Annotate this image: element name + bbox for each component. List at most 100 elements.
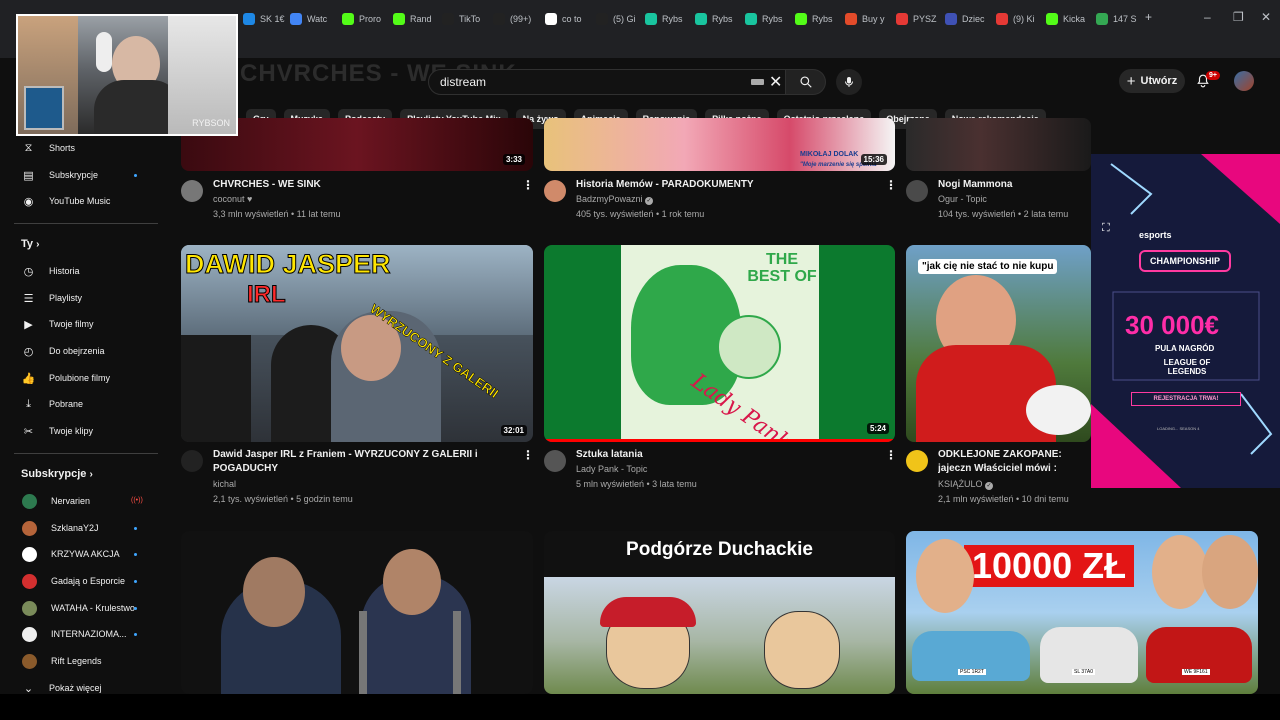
- channel-name[interactable]: KSIĄŻULO ✓: [938, 477, 994, 492]
- ad-register-button[interactable]: REJESTRACJA TRWA!: [1131, 392, 1241, 406]
- browser-tab[interactable]: Buy y: [845, 8, 889, 30]
- more-options-icon[interactable]: ⋮: [522, 178, 534, 192]
- video-thumbnail[interactable]: MIKOŁAJ DOLAK "Moje marzenie się spełnia…: [544, 118, 895, 171]
- youtube-page: CHVRCHES - WE SINK ✕ + Utwórz 9+ GryMuzy…: [0, 58, 1280, 694]
- sidebar-item[interactable]: ◷ Historia: [22, 262, 152, 280]
- sidebar-item[interactable]: ⌄ Pokaż więcej: [22, 679, 152, 695]
- video-title[interactable]: Historia Memów - PARADOKUMENTY: [576, 178, 876, 192]
- sidebar-item[interactable]: ◴ Do obejrzenia: [22, 342, 152, 360]
- thumbnail-subtitle: IRL: [247, 281, 287, 309]
- channel-avatar[interactable]: [181, 180, 203, 202]
- browser-tab[interactable]: (9) Ki: [996, 8, 1040, 30]
- channel-name[interactable]: Lady Pank - Topic: [576, 462, 647, 477]
- streamer-webcam-overlay: RYBSON: [16, 14, 238, 136]
- sidebar-item[interactable]: ☰ Playlisty: [22, 289, 152, 307]
- browser-tab[interactable]: TikTo: [442, 8, 486, 30]
- browser-tab[interactable]: Rand: [393, 8, 437, 30]
- browser-tab[interactable]: Proro: [342, 8, 386, 30]
- live-icon: ((•)): [131, 497, 143, 504]
- more-options-icon[interactable]: ⋮: [885, 178, 897, 192]
- channel-avatar[interactable]: [906, 180, 928, 202]
- sidebar-you-heading[interactable]: Ty ›: [21, 238, 39, 250]
- channel-avatar[interactable]: [906, 450, 928, 472]
- sidebar-subscription-item[interactable]: Gadają o Esporcie: [22, 572, 152, 590]
- video-title[interactable]: Nogi Mammona: [938, 178, 1088, 192]
- sidebar-subscription-item[interactable]: Rift Legends: [22, 652, 152, 670]
- search-input[interactable]: [440, 75, 740, 89]
- sidebar-item[interactable]: ▶ Twoje filmy: [22, 315, 152, 333]
- new-content-dot: [134, 607, 137, 610]
- channel-name[interactable]: kichal: [213, 477, 236, 492]
- thumbnail-title: Podgórze Duchackie: [626, 539, 813, 560]
- browser-tab[interactable]: co to: [545, 8, 589, 30]
- more-options-icon[interactable]: ⋮: [522, 448, 534, 462]
- video-thumbnail[interactable]: DAWID JASPER IRL WYRZUCONY Z GALERII 32:…: [181, 245, 533, 442]
- tab-favicon-icon: [393, 13, 405, 25]
- esports-ad-banner[interactable]: ⛶ esports CHAMPIONSHIP 30 000€ PULA NAGR…: [1091, 154, 1280, 488]
- thumbnail-title: DAWID JASPER: [185, 249, 392, 280]
- video-title[interactable]: ODKLEJONE ZAKOPANE: jajeczn Właściciel m…: [938, 448, 1088, 476]
- voice-search-button[interactable]: [836, 69, 862, 95]
- video-thumbnail[interactable]: "jak cię nie stać to nie kupu: [906, 245, 1091, 442]
- channel-avatar: [22, 653, 37, 669]
- video-thumbnail[interactable]: THE BEST OF Lady Pank 5:24: [544, 245, 895, 442]
- sidebar-item[interactable]: ⤓ Pobrane: [22, 395, 152, 413]
- video-stats: 3,3 mln wyświetleń • 11 lat temu: [213, 209, 341, 219]
- browser-tab[interactable]: (5) Gi: [596, 8, 640, 30]
- channel-avatar[interactable]: [181, 450, 203, 472]
- clear-search-icon[interactable]: ✕: [769, 72, 782, 92]
- browser-tab[interactable]: Rybs: [745, 8, 789, 30]
- restore-icon[interactable]: ❐: [1233, 10, 1244, 24]
- video-thumbnail[interactable]: 10000 ZŁ PSC 1R2T SL 37A0 WE 9F161: [906, 531, 1258, 694]
- history-icon: ◷: [23, 265, 34, 278]
- sidebar-subscription-item[interactable]: SzklanaY2J: [22, 519, 152, 537]
- sidebar-subscription-item[interactable]: WATAHA - Krulestwo: [22, 599, 152, 617]
- browser-tab[interactable]: PYSZ: [896, 8, 940, 30]
- video-title[interactable]: Dawid Jasper IRL z Franiem - WYRZUCONY Z…: [213, 448, 513, 476]
- video-thumbnail[interactable]: [181, 531, 533, 694]
- browser-tab[interactable]: Dziec: [945, 8, 989, 30]
- video-stats: 5 mln wyświetleń • 3 lata temu: [576, 479, 697, 489]
- channel-name[interactable]: BadzmyPowazni ✓: [576, 192, 654, 207]
- create-button[interactable]: + Utwórz: [1119, 69, 1185, 93]
- account-avatar[interactable]: [1234, 71, 1254, 91]
- video-title[interactable]: Sztuka latania: [576, 448, 876, 462]
- sidebar-subscription-item[interactable]: INTERNAZIOMA...: [22, 625, 152, 643]
- new-tab-button[interactable]: +: [1145, 10, 1152, 24]
- browser-tab[interactable]: Rybs: [695, 8, 739, 30]
- browser-tab[interactable]: Rybs: [795, 8, 839, 30]
- channel-name[interactable]: coconut ♥: [213, 192, 252, 207]
- sidebar-item[interactable]: 👍 Polubione filmy: [22, 369, 152, 387]
- sidebar-item[interactable]: ✂ Twoje klipy: [22, 422, 152, 440]
- sidebar-item[interactable]: ▤ Subskrypcje: [22, 166, 152, 184]
- search-box[interactable]: ✕: [428, 69, 786, 95]
- duration-badge: 3:33: [502, 154, 525, 165]
- sidebar-item-label: Twoje filmy: [49, 319, 94, 329]
- browser-tab[interactable]: SK 1€: [243, 8, 287, 30]
- sidebar-item[interactable]: ◉ YouTube Music: [22, 192, 152, 210]
- video-title[interactable]: CHVRCHES - WE SINK: [213, 178, 513, 192]
- browser-tab[interactable]: Kicka: [1046, 8, 1090, 30]
- browser-tab[interactable]: (99+): [493, 8, 537, 30]
- channel-avatar[interactable]: [544, 450, 566, 472]
- minimize-icon[interactable]: –: [1204, 10, 1211, 24]
- keyboard-icon[interactable]: [751, 79, 764, 85]
- browser-tab[interactable]: Watc: [290, 8, 334, 30]
- sidebar-subscriptions-heading[interactable]: Subskrypcje ›: [21, 468, 93, 480]
- browser-tab[interactable]: Rybs: [645, 8, 689, 30]
- channel-name[interactable]: Ogur - Topic: [938, 192, 987, 207]
- channel-avatar: [22, 626, 37, 642]
- tab-label: PYSZ: [913, 14, 937, 24]
- close-window-icon[interactable]: ✕: [1261, 10, 1271, 24]
- expand-icon[interactable]: ⛶: [1102, 222, 1110, 235]
- sidebar-subscription-item[interactable]: KRZYWA AKCJA: [22, 545, 152, 563]
- video-thumbnail[interactable]: [906, 118, 1091, 171]
- browser-tab[interactable]: 147 S: [1096, 8, 1140, 30]
- channel-avatar[interactable]: [544, 180, 566, 202]
- sidebar-item[interactable]: ⧖ Shorts: [22, 139, 152, 157]
- video-thumbnail[interactable]: Podgórze Duchackie: [544, 531, 895, 694]
- ad-prize-label: PULA NAGRÓD: [1155, 344, 1215, 353]
- more-options-icon[interactable]: ⋮: [885, 448, 897, 462]
- search-button[interactable]: [786, 69, 826, 95]
- tab-favicon-icon: [243, 13, 255, 25]
